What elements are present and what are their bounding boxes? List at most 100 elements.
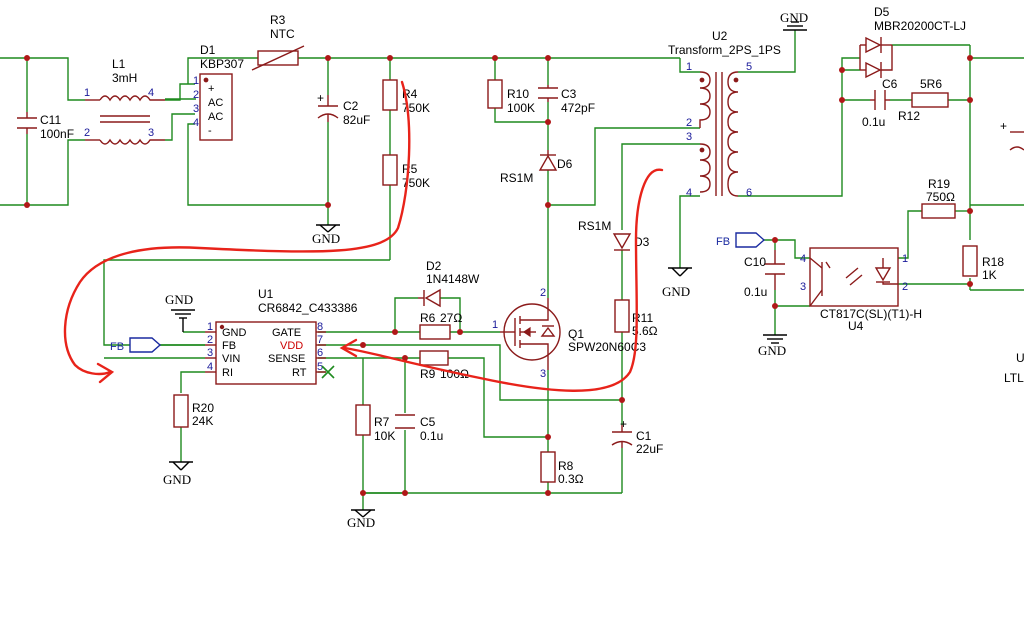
u4-pin-3: 3	[800, 281, 806, 293]
u1-pin-num-2: 2	[207, 334, 213, 346]
bridge-rectifier-d1[interactable]: D1 KBP307 + AC AC - 1 2 3 4	[193, 43, 244, 141]
c5-value: 0.1u	[420, 429, 443, 443]
r3-ref: R3	[270, 13, 286, 27]
diode-d6[interactable]: D6 RS1M	[500, 150, 573, 185]
r7-value: 10K	[374, 429, 395, 443]
q1-ref: Q1	[568, 327, 584, 341]
diode-d5[interactable]: D5 MBR20200CT-LJ	[859, 5, 966, 79]
c1-ref: C1	[636, 429, 652, 443]
resistor-r19[interactable]: R19 750Ω	[921, 177, 956, 219]
r6-value: 27Ω	[440, 311, 462, 325]
gnd-label-c2: GND	[312, 231, 340, 246]
u1-pin-num-4: 4	[207, 361, 213, 373]
d1-pin-plus: +	[208, 83, 214, 95]
c11-value: 100nF	[40, 127, 74, 141]
gnd-symbol-c10: GND	[758, 334, 787, 358]
r10-value: 100K	[507, 101, 535, 115]
u2-pin-6: 6	[746, 187, 752, 199]
d1-pin-num-2: 2	[193, 89, 199, 101]
d1-value: KBP307	[200, 57, 244, 71]
capacitor-c1[interactable]: + C1 22uF	[611, 417, 663, 456]
capacitor-c2[interactable]: + C2 82uF	[317, 91, 370, 127]
junction-dots	[24, 55, 973, 496]
d1-pin-minus: -	[208, 125, 212, 137]
d1-pin-ac2: AC	[208, 111, 223, 123]
u1-pin-sense: SENSE	[268, 353, 305, 365]
q1-pin-3: 3	[540, 368, 546, 380]
c10-ref: C10	[744, 255, 766, 269]
c6-ref: C6	[882, 77, 898, 91]
u4-ref: U4	[848, 319, 864, 333]
r19-ref: R19	[928, 177, 950, 191]
resistor-r8[interactable]: R8 0.3Ω	[540, 451, 584, 486]
net-flag-fb-right[interactable]: FB	[716, 232, 766, 248]
diode-d3[interactable]: RS1M D3	[578, 219, 650, 251]
gnd-symbol-r20: GND	[163, 461, 193, 487]
l1-ref: L1	[112, 57, 126, 71]
resistor-r7[interactable]: R7 10K	[355, 404, 395, 443]
net-flag-fb-left[interactable]: FB	[110, 337, 162, 353]
l1-pin-1: 1	[84, 87, 90, 99]
d1-ref: D1	[200, 43, 216, 57]
u1-pin-vdd: VDD	[280, 340, 303, 352]
capacitor-c11[interactable]: C11 100nF	[17, 112, 74, 141]
u2-pin-4: 4	[686, 187, 692, 199]
schematic-canvas: C11 100nF L1 3mH 1 4 2 3 D1 KBP307 + AC …	[0, 5, 1024, 530]
r19-value: 750Ω	[926, 190, 955, 204]
u4-pin-4: 4	[800, 253, 806, 265]
gnd-label-r20: GND	[163, 472, 191, 487]
u1-pin-gnd: GND	[222, 327, 247, 339]
inductor-l1[interactable]: L1 3mH 1 4 2 3	[84, 57, 165, 145]
q1-pin-1: 1	[492, 319, 498, 331]
r6-ref: R6	[420, 311, 436, 325]
c5-ref: C5	[420, 415, 436, 429]
u2-pin-3: 3	[686, 131, 692, 143]
u1-pin-gate: GATE	[272, 327, 301, 339]
r8-ref: R8	[558, 459, 574, 473]
resistor-r18[interactable]: R18 1K	[962, 245, 1004, 282]
d2-value: 1N4148W	[426, 272, 480, 286]
capacitor-c5[interactable]: C5 0.1u	[395, 414, 443, 443]
gnd-label-pin4: GND	[662, 284, 690, 299]
capacitor-c3[interactable]: C3 472pF	[538, 85, 595, 115]
mosfet-q1[interactable]: 1 2 3 Q1 SPW20N60C3	[492, 287, 646, 380]
optocoupler-u4[interactable]: 4 3 1 2 CT817C(SL)(T1)-H U4	[800, 247, 922, 333]
u2-pin-5: 5	[746, 61, 752, 73]
c2-ref: C2	[343, 99, 359, 113]
gnd-label-u2: GND	[780, 10, 808, 25]
d1-pin-num-4: 4	[193, 117, 199, 129]
resistor-r20[interactable]: R20 24K	[173, 394, 214, 428]
r8-value: 0.3Ω	[558, 472, 584, 486]
u1-pin-num-7: 7	[317, 334, 323, 346]
q1-pin-2: 2	[540, 287, 546, 299]
capacitor-c10[interactable]: C10 0.1u	[744, 250, 785, 299]
c1-value: 22uF	[636, 442, 663, 456]
resistor-r6[interactable]: R6 27Ω	[419, 311, 462, 340]
gnd-symbol-bottom: GND	[347, 509, 375, 530]
gnd-label-bottom: GND	[347, 515, 375, 530]
controller-u1[interactable]: U1 CR6842_C433386 GND FB VIN RI GATE VDD…	[205, 287, 358, 385]
c6-value: 0.1u	[862, 115, 885, 129]
d6-ref: D6	[557, 157, 573, 171]
fb-label-right: FB	[716, 236, 730, 248]
u4-value: CT817C(SL)(T1)-H	[820, 307, 922, 321]
d1-pin-num-3: 3	[193, 103, 199, 115]
transformer-u2[interactable]: U2 Transform_2PS_1PS 1 2 3 4 5 6	[668, 29, 781, 199]
gnd-symbol-u1: GND	[165, 292, 195, 332]
r18-value: 1K	[982, 268, 997, 282]
capacitor-c6[interactable]: C6 0.1u	[862, 77, 898, 129]
u1-pin-fb: FB	[222, 340, 236, 352]
gnd-label-u1: GND	[165, 292, 193, 307]
u1-pin-num-3: 3	[207, 347, 213, 359]
thermistor-r3[interactable]: R3 NTC	[251, 13, 305, 71]
gnd-symbol-u2: GND	[780, 10, 808, 31]
u1-value: CR6842_C433386	[258, 301, 358, 315]
gnd-symbol-c2: GND	[312, 224, 340, 246]
ltl-partial-label: LTL	[1004, 371, 1024, 385]
u1-pin-rt: RT	[292, 367, 307, 379]
diode-d2[interactable]: D2 1N4148W	[418, 259, 480, 308]
c10-value: 0.1u	[744, 285, 767, 299]
r7-ref: R7	[374, 415, 390, 429]
d5-value: MBR20200CT-LJ	[874, 19, 966, 33]
c3-ref: C3	[561, 87, 577, 101]
